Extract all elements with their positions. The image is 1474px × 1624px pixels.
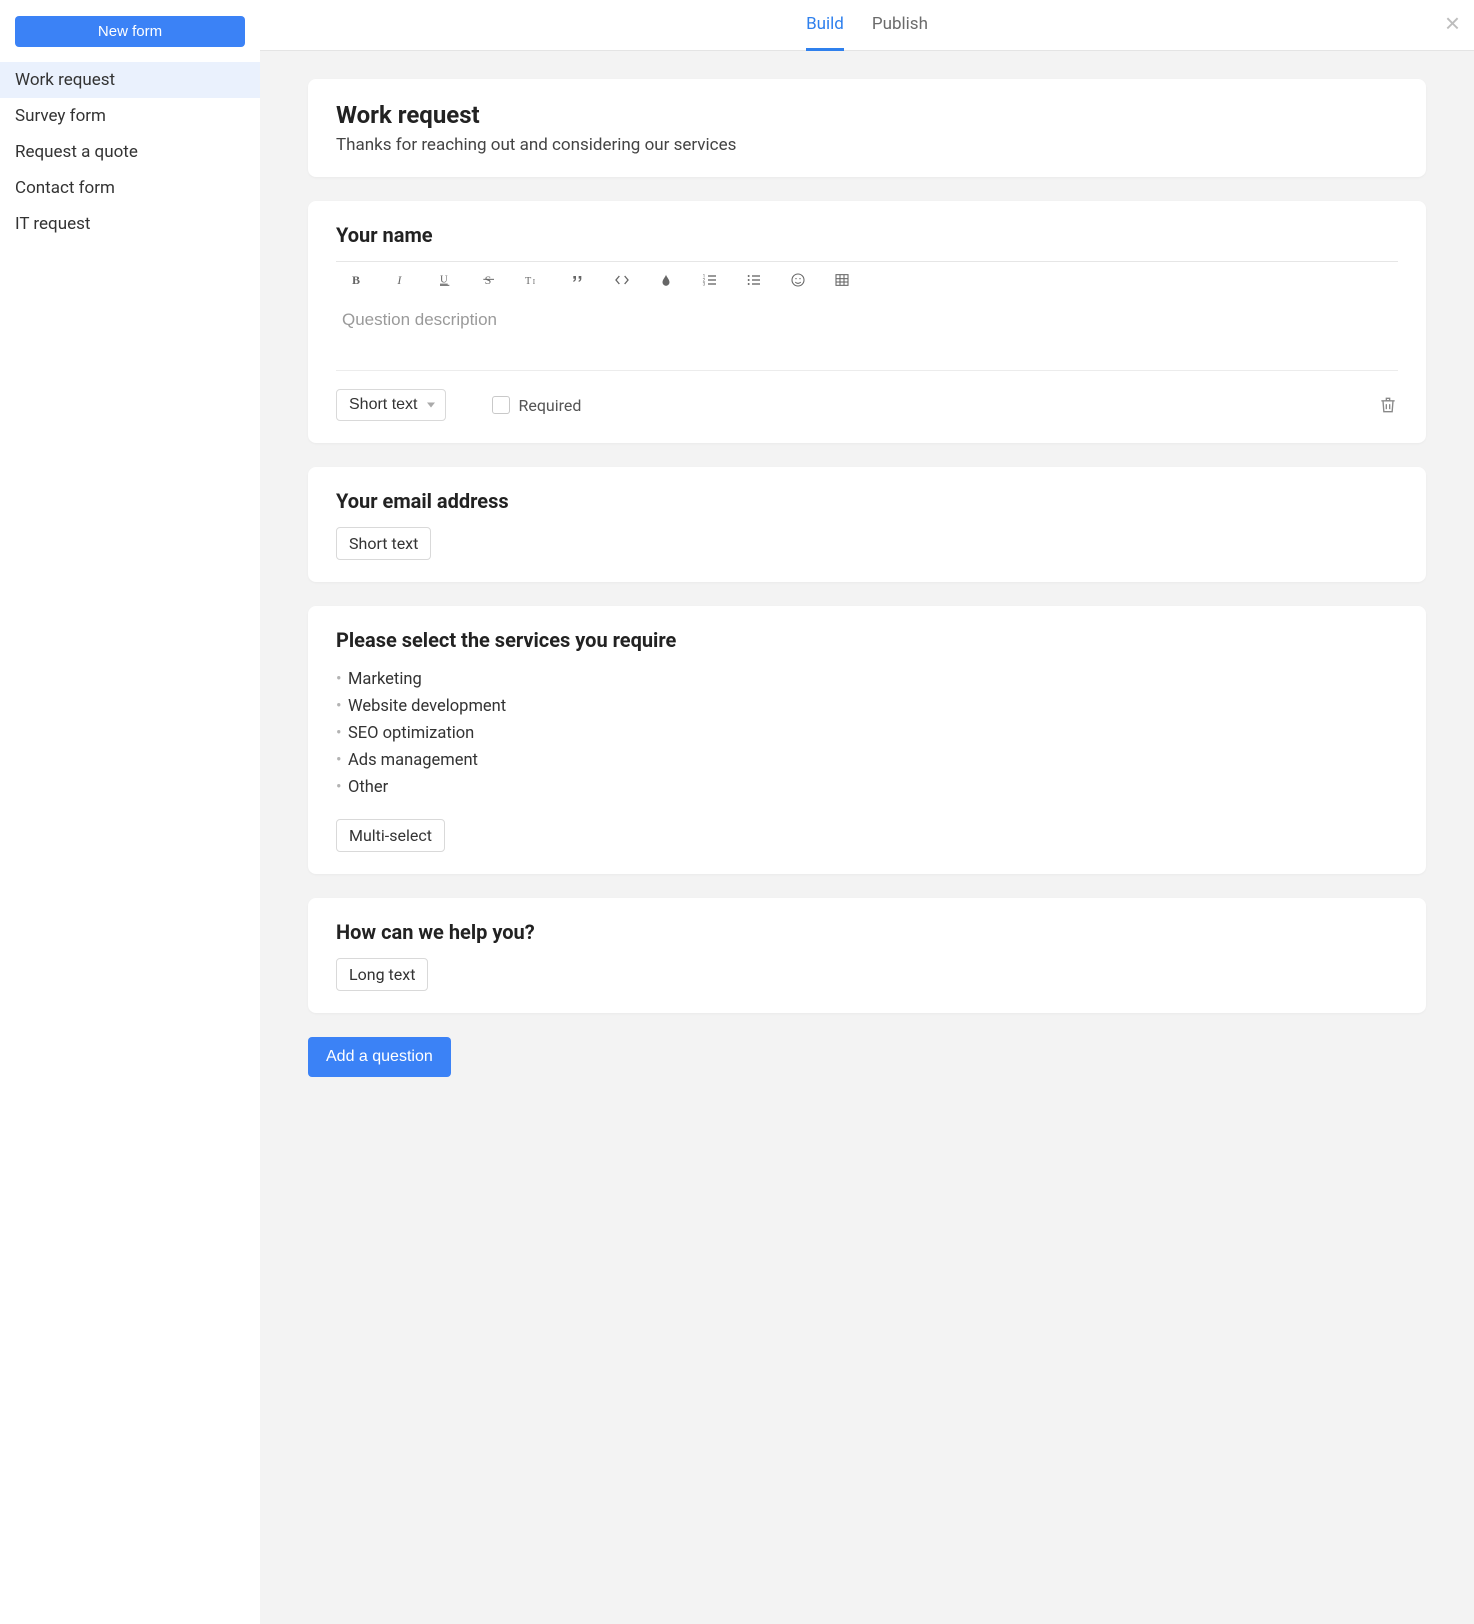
delete-question-icon[interactable] [1378, 395, 1398, 415]
svg-text:B: B [352, 273, 360, 287]
required-checkbox[interactable] [492, 396, 510, 414]
form-list-item[interactable]: Survey form [0, 98, 260, 134]
content: Work request Thanks for reaching out and… [260, 51, 1474, 1127]
svg-text:3: 3 [703, 281, 706, 287]
option-item: SEO optimization [336, 720, 1398, 747]
heading-icon[interactable]: TI [524, 270, 544, 290]
svg-text:T: T [525, 276, 532, 287]
question-type-tag[interactable]: Long text [336, 958, 428, 991]
question-title[interactable]: Your name [336, 223, 1398, 247]
rich-text-toolbar: B I U S TI 123 [336, 261, 1398, 300]
code-icon[interactable] [612, 270, 632, 290]
svg-text:I: I [533, 278, 536, 286]
close-icon[interactable]: × [1445, 10, 1460, 36]
question-title: Your email address [336, 489, 1398, 513]
svg-text:U: U [440, 275, 448, 286]
main-panel: × Build Publish Work request Thanks for r… [260, 0, 1474, 1624]
form-header-card[interactable]: Work request Thanks for reaching out and… [308, 79, 1426, 177]
question-card[interactable]: Your name B I U S TI 123 Short text [308, 201, 1426, 443]
new-form-button[interactable]: New form [15, 16, 245, 47]
question-card[interactable]: Your email address Short text [308, 467, 1426, 582]
table-icon[interactable] [832, 270, 852, 290]
sidebar: New form Work requestSurvey formRequest … [0, 0, 260, 1624]
question-card[interactable]: How can we help you? Long text [308, 898, 1426, 1013]
option-item: Website development [336, 693, 1398, 720]
ordered-list-icon[interactable]: 123 [700, 270, 720, 290]
question-card[interactable]: Please select the services you require M… [308, 606, 1426, 874]
option-list: MarketingWebsite developmentSEO optimiza… [336, 666, 1398, 801]
quote-icon[interactable] [568, 270, 588, 290]
form-list-item[interactable]: IT request [0, 206, 260, 242]
question-title: How can we help you? [336, 920, 1398, 944]
italic-icon[interactable]: I [392, 270, 412, 290]
option-item: Ads management [336, 747, 1398, 774]
underline-icon[interactable]: U [436, 270, 456, 290]
svg-text:I: I [396, 273, 402, 287]
form-list: Work requestSurvey formRequest a quoteCo… [0, 62, 260, 242]
emoji-icon[interactable] [788, 270, 808, 290]
question-description-input[interactable] [336, 300, 1398, 370]
option-item: Marketing [336, 666, 1398, 693]
required-checkbox-wrap[interactable]: Required [492, 396, 581, 415]
tabs: Build Publish [260, 0, 1474, 51]
form-title: Work request [336, 101, 1398, 129]
form-list-item[interactable]: Request a quote [0, 134, 260, 170]
add-question-button[interactable]: Add a question [308, 1037, 451, 1077]
question-type-tag[interactable]: Short text [336, 527, 431, 560]
strikethrough-icon[interactable]: S [480, 270, 500, 290]
paint-icon[interactable] [656, 270, 676, 290]
question-title: Please select the services you require [336, 628, 1398, 652]
question-footer: Short text Required [336, 370, 1398, 421]
question-type-select[interactable]: Short text [336, 389, 446, 421]
tab-build[interactable]: Build [806, 14, 844, 51]
form-list-item[interactable]: Work request [0, 62, 260, 98]
form-list-item[interactable]: Contact form [0, 170, 260, 206]
svg-text:S: S [485, 273, 492, 287]
option-item: Other [336, 774, 1398, 801]
bold-icon[interactable]: B [348, 270, 368, 290]
question-type-tag[interactable]: Multi-select [336, 819, 445, 852]
required-label: Required [518, 396, 581, 415]
unordered-list-icon[interactable] [744, 270, 764, 290]
tab-publish[interactable]: Publish [872, 14, 928, 51]
form-subtitle: Thanks for reaching out and considering … [336, 135, 1398, 155]
